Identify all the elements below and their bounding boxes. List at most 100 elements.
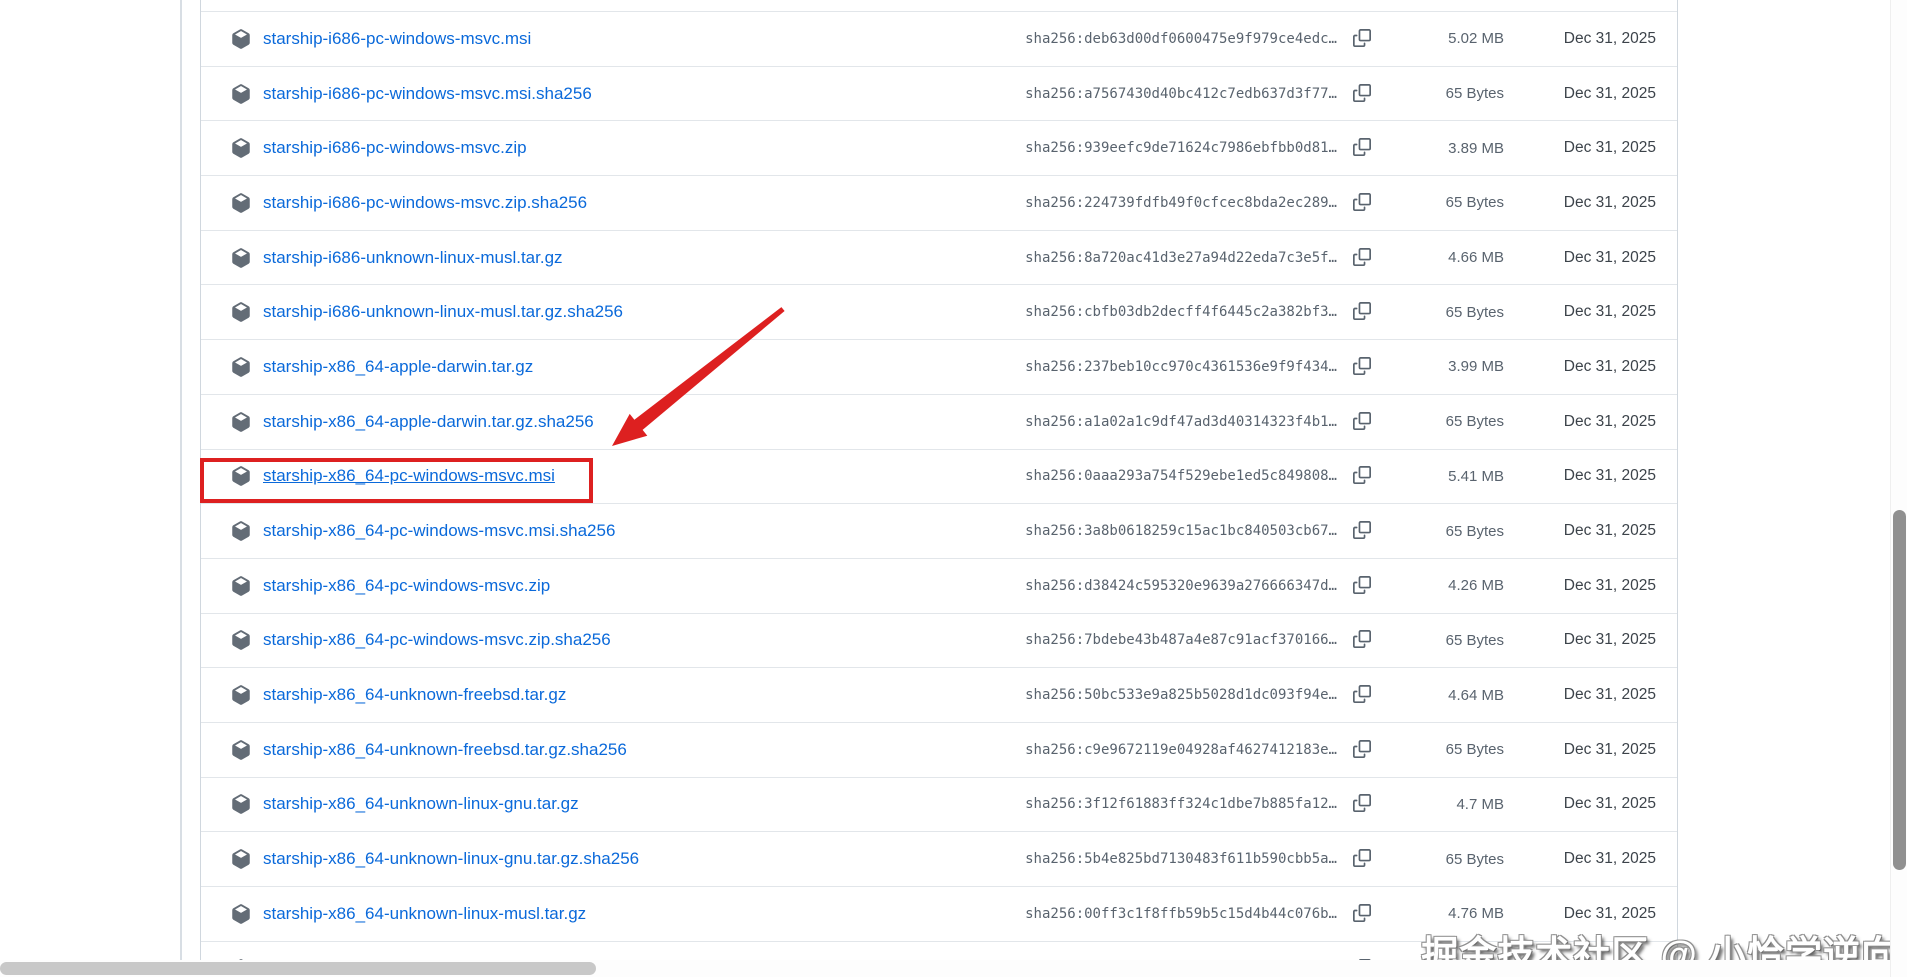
asset-name-cell: starship-x86_64-unknown-freebsd.tar.gz [231,685,1025,705]
table-row: starship-x86_64-apple-darwin.tar.gz.sha2… [201,393,1677,449]
asset-size: 65 Bytes [1445,413,1504,431]
asset-download-link[interactable]: starship-i686-pc-windows-msvc.msi [263,29,531,49]
asset-size: 5.41 MB [1448,467,1504,485]
table-row: starship-x86_64-unknown-linux-gnu.tar.gz… [201,831,1677,886]
copy-digest-button[interactable] [1352,247,1372,268]
asset-size: 65 Bytes [1445,741,1504,759]
copy-digest-button[interactable] [1352,903,1372,924]
asset-date: Dec 31, 2025 [1563,139,1656,157]
asset-size: 4.66 MB [1448,249,1504,267]
asset-download-link[interactable]: starship-i686-pc-windows-msvc.zip.sha256 [263,193,587,213]
copy-digest-button[interactable] [1352,28,1372,49]
asset-name-cell: starship-x86_64-unknown-linux-gnu.tar.gz… [231,849,1025,869]
asset-download-link[interactable]: starship-x86_64-unknown-linux-musl.tar.g… [263,904,586,924]
copy-digest-button[interactable] [1352,794,1372,814]
asset-digest: sha256:7bdebe43b487a4e87c91acf370166… [1025,632,1337,649]
asset-digest: sha256:939eefc9de71624c7986ebfbb0d81… [1025,140,1337,157]
asset-name-cell: starship-x86_64-pc-windows-msvc.msi.sha2… [231,521,1025,541]
copy-digest-button[interactable] [1352,849,1372,869]
asset-download-link[interactable]: starship-x86_64-apple-darwin.tar.gz [263,357,533,377]
asset-name-cell: starship-i686-unknown-linux-musl.tar.gz [231,248,1025,268]
copy-digest-button[interactable] [1352,83,1372,104]
asset-digest: sha256:3f12f61883ff324c1dbe7b885fa12… [1025,796,1337,813]
table-row: starship-i686-pc-windows-msvc.msi.sha256… [201,65,1677,121]
asset-download-link[interactable]: starship-i686-pc-windows-msvc.msi.sha256 [263,84,592,104]
copy-digest-button[interactable] [1352,521,1372,541]
package-icon [232,302,250,323]
asset-date: Dec 31, 2025 [1563,29,1656,47]
release-assets-page: starship-i686-pc-windows-msvc.msi sha256… [0,0,1907,977]
asset-name-cell: starship-i686-unknown-linux-musl.tar.gz.… [231,302,1025,323]
package-icon [232,29,250,49]
copy-digest-button[interactable] [1352,739,1372,760]
package-icon [232,849,250,869]
table-row: starship-i686-pc-windows-msvc.zip sha256… [201,120,1677,175]
asset-download-link[interactable]: starship-x86_64-pc-windows-msvc.msi.sha2… [263,521,615,541]
table-row: starship-x86_64-apple-darwin.tar.gz sha2… [201,339,1677,394]
asset-digest: sha256:5b4e825bd7130483f611b590cbb5a… [1025,851,1337,868]
asset-digest: sha256:deb63d00df0600475e9f979ce4edc… [1025,30,1337,47]
asset-name-cell: starship-i686-pc-windows-msvc.msi.sha256 [231,84,1025,104]
copy-icon [1353,411,1371,430]
copy-digest-button[interactable] [1352,356,1372,377]
package-icon [232,411,250,432]
copy-digest-button[interactable] [1352,575,1372,596]
asset-digest: sha256:237beb10cc970c4361536e9f9f434… [1025,358,1337,375]
copy-icon [1353,739,1371,758]
asset-name-cell: starship-x86_64-pc-windows-msvc.msi [231,466,1025,487]
copy-digest-button[interactable] [1352,630,1372,650]
table-row: starship-x86_64-pc-windows-msvc.msi sha2… [201,448,1677,504]
package-icon [232,904,250,924]
asset-digest: sha256:cbfb03db2decff4f6445c2a382bf3… [1025,304,1337,321]
vertical-scrollbar-thumb[interactable] [1893,510,1906,870]
asset-date: Dec 31, 2025 [1563,631,1656,649]
copy-digest-button[interactable] [1352,411,1372,432]
asset-download-link[interactable]: starship-i686-pc-windows-msvc.zip [263,138,527,158]
copy-icon [1353,28,1371,47]
horizontal-scrollbar[interactable] [0,960,1907,977]
copy-digest-button[interactable] [1352,138,1372,158]
asset-download-link[interactable]: starship-x86_64-unknown-freebsd.tar.gz [263,685,566,705]
package-icon [232,685,250,705]
table-row: starship-i686-unknown-linux-musl.tar.gz.… [201,284,1677,339]
copy-digest-button[interactable] [1352,685,1372,705]
copy-icon [1353,849,1371,868]
asset-date: Dec 31, 2025 [1563,522,1656,540]
package-icon [232,630,250,651]
copy-icon [1353,83,1371,102]
asset-download-link[interactable]: starship-x86_64-unknown-linux-gnu.tar.gz… [263,849,639,869]
asset-download-link[interactable]: starship-x86_64-unknown-freebsd.tar.gz.s… [263,740,627,760]
copy-digest-button[interactable] [1352,466,1372,486]
asset-name-cell: starship-x86_64-unknown-linux-gnu.tar.gz [231,794,1025,815]
asset-download-link[interactable]: starship-i686-unknown-linux-musl.tar.gz.… [263,302,623,322]
package-icon [232,357,250,377]
asset-download-link[interactable]: starship-x86_64-apple-darwin.tar.gz.sha2… [263,412,594,432]
asset-download-link[interactable]: starship-x86_64-pc-windows-msvc.zip [263,576,550,596]
table-row: starship-x86_64-pc-windows-msvc.zip.sha2… [201,612,1677,668]
asset-date: Dec 31, 2025 [1563,686,1656,704]
asset-size: 4.7 MB [1456,795,1504,813]
package-icon [232,466,250,487]
copy-digest-button[interactable] [1352,192,1372,213]
copy-icon [1353,575,1371,594]
horizontal-scrollbar-thumb[interactable] [0,962,596,975]
vertical-scrollbar[interactable] [1890,0,1907,977]
asset-name-cell: starship-x86_64-pc-windows-msvc.zip [231,576,1025,596]
asset-size: 65 Bytes [1445,850,1504,868]
asset-size: 3.89 MB [1448,139,1504,157]
asset-download-link[interactable]: starship-x86_64-pc-windows-msvc.zip.sha2… [263,630,611,650]
asset-size: 4.76 MB [1448,905,1504,923]
package-icon [232,193,250,213]
asset-date: Dec 31, 2025 [1563,467,1656,485]
asset-size: 65 Bytes [1445,194,1504,212]
copy-icon [1353,794,1371,813]
asset-size: 65 Bytes [1445,522,1504,540]
asset-download-link[interactable]: starship-x86_64-unknown-linux-gnu.tar.gz [263,794,579,814]
asset-download-link[interactable]: starship-x86_64-pc-windows-msvc.msi [263,466,555,486]
asset-date: Dec 31, 2025 [1563,193,1656,211]
asset-name-cell: starship-x86_64-unknown-freebsd.tar.gz.s… [231,740,1025,760]
asset-download-link[interactable]: starship-i686-unknown-linux-musl.tar.gz [263,248,563,268]
asset-date: Dec 31, 2025 [1563,357,1656,375]
asset-date: Dec 31, 2025 [1563,850,1656,868]
copy-digest-button[interactable] [1352,302,1372,322]
